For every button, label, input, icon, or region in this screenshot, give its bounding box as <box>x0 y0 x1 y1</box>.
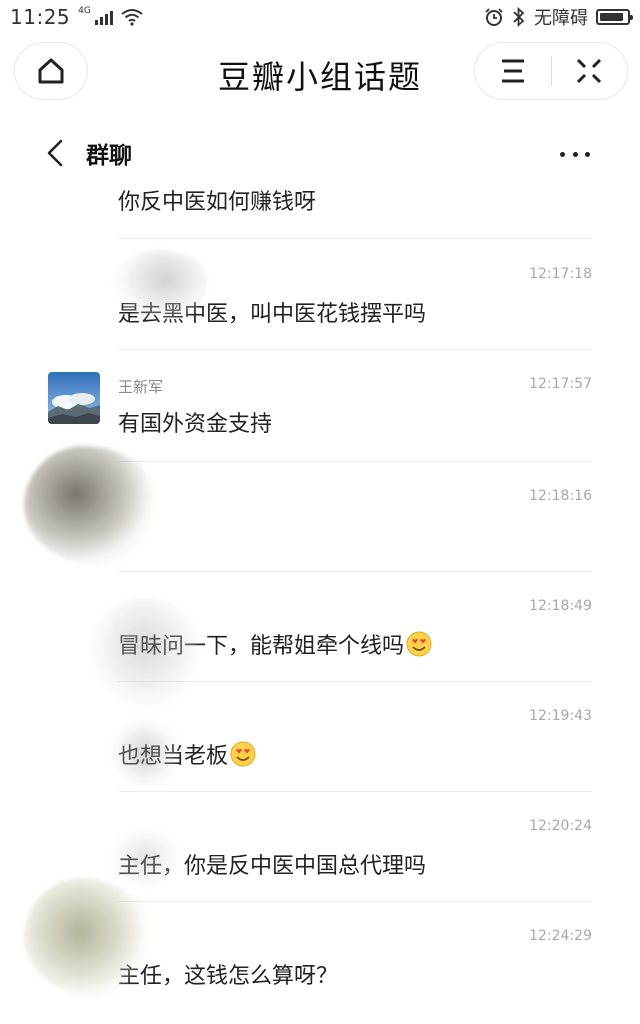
message-text: 你反中医如何赚钱呀 <box>118 190 317 215</box>
message-time: 12:20:24 <box>529 818 592 834</box>
chat-header: 群聊 <box>0 128 640 178</box>
more-button[interactable] <box>560 142 590 166</box>
alarm-icon <box>485 8 503 26</box>
back-button[interactable] <box>42 136 68 170</box>
message-time: 12:17:18 <box>529 266 592 282</box>
message-text: 有国外资金支持 <box>118 412 273 437</box>
smiling-heart-eyes-emoji-icon <box>230 741 256 767</box>
message-text: 主任，这钱怎么算呀？ <box>118 964 339 989</box>
status-left: 11:25 4G <box>10 5 143 29</box>
network-type: 4G <box>78 6 91 16</box>
message-time: 12:17:57 <box>529 376 592 392</box>
message-item: 12:19:43 也想当老板 <box>0 682 640 792</box>
message-list[interactable]: 你反中医如何赚钱呀 12:17:18 是去黑中医，叫中医花钱摆平吗 王新军 12… <box>0 178 640 1024</box>
battery-level <box>600 13 624 21</box>
menu-button[interactable] <box>475 43 551 99</box>
title-bar: 豆瓣小组话题 <box>0 42 640 102</box>
home-button[interactable] <box>14 42 88 100</box>
smiling-heart-eyes-emoji-icon <box>406 631 432 657</box>
message-time: 12:18:16 <box>529 488 592 504</box>
close-icon <box>577 58 602 84</box>
status-right: 无障碍 <box>484 4 633 30</box>
more-dot <box>572 151 578 157</box>
message-time: 12:24:29 <box>529 928 592 944</box>
message-time: 12:19:43 <box>529 708 592 724</box>
status-time: 11:25 <box>10 5 71 29</box>
message-item: 王新军 12:17:57 有国外资金支持 <box>0 350 640 462</box>
chevron-left-icon <box>47 139 63 167</box>
chat-title: 群聊 <box>86 143 132 169</box>
accessibility-label: 无障碍 <box>534 8 588 29</box>
battery-icon <box>596 9 633 25</box>
more-dot <box>585 151 590 157</box>
avatar[interactable] <box>48 372 100 424</box>
signal-icon <box>94 9 113 25</box>
message-item: 12:17:18 是去黑中医，叫中医花钱摆平吗 <box>0 240 640 350</box>
message-time: 12:18:49 <box>529 598 592 614</box>
home-icon <box>38 58 64 84</box>
close-button[interactable] <box>552 43 628 99</box>
message-sender: 王新军 <box>118 378 164 396</box>
menu-icon <box>501 59 524 83</box>
avatar-image <box>48 372 100 424</box>
message-divider <box>118 238 592 239</box>
wifi-icon <box>121 9 143 26</box>
capsule-menu <box>474 42 628 100</box>
more-dot <box>560 151 565 157</box>
message-item: 你反中医如何赚钱呀 <box>0 178 640 240</box>
status-bar: 11:25 4G 无障碍 <box>0 0 640 34</box>
bluetooth-icon <box>513 7 525 27</box>
